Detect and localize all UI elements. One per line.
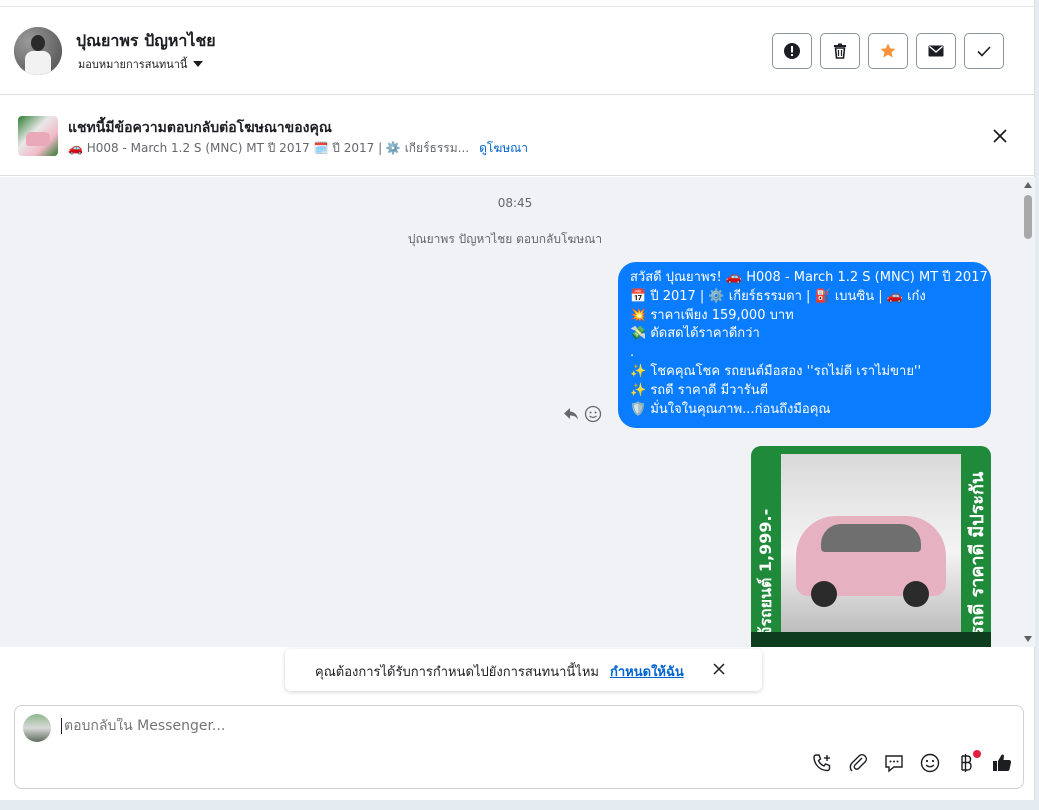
phone-add-icon[interactable] [811, 752, 833, 774]
page-avatar [23, 714, 51, 742]
contact-name[interactable]: ปุณยาพร ปัญหาไชย [76, 29, 216, 54]
thread-scrollbar[interactable] [1022, 180, 1034, 646]
emoji-react-icon[interactable] [584, 405, 602, 423]
saved-reply-icon[interactable] [883, 752, 905, 774]
delete-button[interactable] [820, 33, 860, 69]
message-actions [562, 405, 602, 423]
reply-icon[interactable] [562, 405, 580, 423]
report-spam-button[interactable] [772, 33, 812, 69]
ad-image-text-left: จ้รถยนต์ 1,999.- [756, 508, 775, 636]
conversation-panel: ปุณยาพร ปัญหาไชย มอบหมายการสนทนานี้ แชทน… [0, 0, 1035, 800]
message-line: ✨ รถดี ราคาดี มีวารันตี [630, 382, 769, 398]
message-line: . [630, 345, 635, 361]
message-composer [14, 705, 1024, 789]
header-actions [772, 33, 1004, 69]
star-icon [880, 43, 896, 58]
mark-done-button[interactable] [964, 33, 1004, 69]
message-line: 📅 ปี 2017 | ⚙️ เกียร์ธรรมดา | ⛽ เบนซิน |… [630, 288, 926, 304]
scroll-up-icon[interactable] [1024, 182, 1032, 188]
caret-down-icon [193, 61, 204, 67]
like-icon[interactable] [991, 752, 1013, 774]
view-ad-link[interactable]: ดูโฆษณา [479, 139, 528, 158]
star-button[interactable] [868, 33, 908, 69]
check-icon [977, 46, 991, 57]
banner-subtitle-row: 🚗 H008 - March 1.2 S (MNC) MT ปี 2017 🗓️… [68, 139, 528, 158]
emoji-icon[interactable] [919, 752, 941, 774]
reply-input[interactable] [61, 718, 761, 734]
alert-icon [784, 43, 800, 59]
conversation-header: ปุณยาพร ปัญหาไชย มอบหมายการสนทนานี้ [0, 7, 1035, 95]
assign-conversation-dropdown[interactable]: มอบหมายการสนทนานี้ [78, 55, 204, 73]
toast-text: คุณต้องการได้รับการกำหนดไปยังการสนทนานี้… [315, 665, 599, 680]
ad-thumbnail[interactable] [18, 116, 58, 156]
message-line: 🛡️ มั่นใจในคุณภาพ...ก่อนถึงมือคุณ [630, 401, 831, 417]
trash-icon [834, 43, 846, 59]
banner-title: แชทนี้มีข้อความตอบกลับต่อโฆษณาของคุณ [68, 120, 332, 136]
assign-to-me-link[interactable]: กำหนดให้ฉัน [610, 661, 684, 682]
scroll-down-icon[interactable] [1024, 636, 1032, 642]
assign-toast: คุณต้องการได้รับการกำหนดไปยังการสนทนานี้… [285, 649, 762, 691]
assign-label: มอบหมายการสนทนานี้ [78, 58, 188, 71]
envelope-icon [928, 45, 944, 57]
car-wheel [811, 581, 837, 607]
ad-image-footer-strip [751, 632, 991, 647]
message-thread: 08:45 ปุณยาพร ปัญหาไชย ตอบกลับโฆษณา สวัส… [0, 177, 1035, 647]
message-line: ✨ โชคคุณโชค รถยนต์มือสอง ''รถไม่ดี เราไม… [630, 363, 922, 379]
contact-avatar[interactable] [14, 27, 62, 75]
notification-badge [973, 750, 981, 758]
message-line: 💥 ราคาเพียง 159,000 บาท [630, 307, 794, 323]
message-line: 💸 ดัดสดได้ราคาดีกว่า [630, 326, 760, 342]
ad-image-attachment[interactable]: จ้รถยนต์ 1,999.- รถดี ราคาดี มีประกัน [751, 446, 991, 647]
composer-tools [811, 752, 1013, 774]
outgoing-message-bubble[interactable]: สวัสดี ปุณยาพร! 🚗 H008 - March 1.2 S (MN… [618, 262, 991, 428]
attachment-icon[interactable] [847, 752, 869, 774]
reply-note: ปุณยาพร ปัญหาไชย ตอบกลับโฆษณา [407, 232, 603, 246]
close-icon[interactable] [712, 662, 726, 676]
message-line: สวัสดี ปุณยาพร! 🚗 H008 - March 1.2 S (MN… [630, 270, 988, 285]
car-windshield [821, 524, 921, 552]
ad-reply-banner: แชทนี้มีข้อความตอบกลับต่อโฆษณาของคุณ 🚗 H… [0, 96, 1035, 176]
scrollbar-thumb[interactable] [1024, 195, 1032, 239]
timestamp: 08:45 [497, 196, 533, 210]
mark-unread-button[interactable] [916, 33, 956, 69]
ad-image-text-right: รถดี ราคาดี มีประกัน [967, 471, 988, 636]
banner-subtitle: 🚗 H008 - March 1.2 S (MNC) MT ปี 2017 🗓️… [68, 141, 470, 155]
close-icon[interactable] [990, 126, 1010, 146]
car-wheel [903, 581, 929, 607]
